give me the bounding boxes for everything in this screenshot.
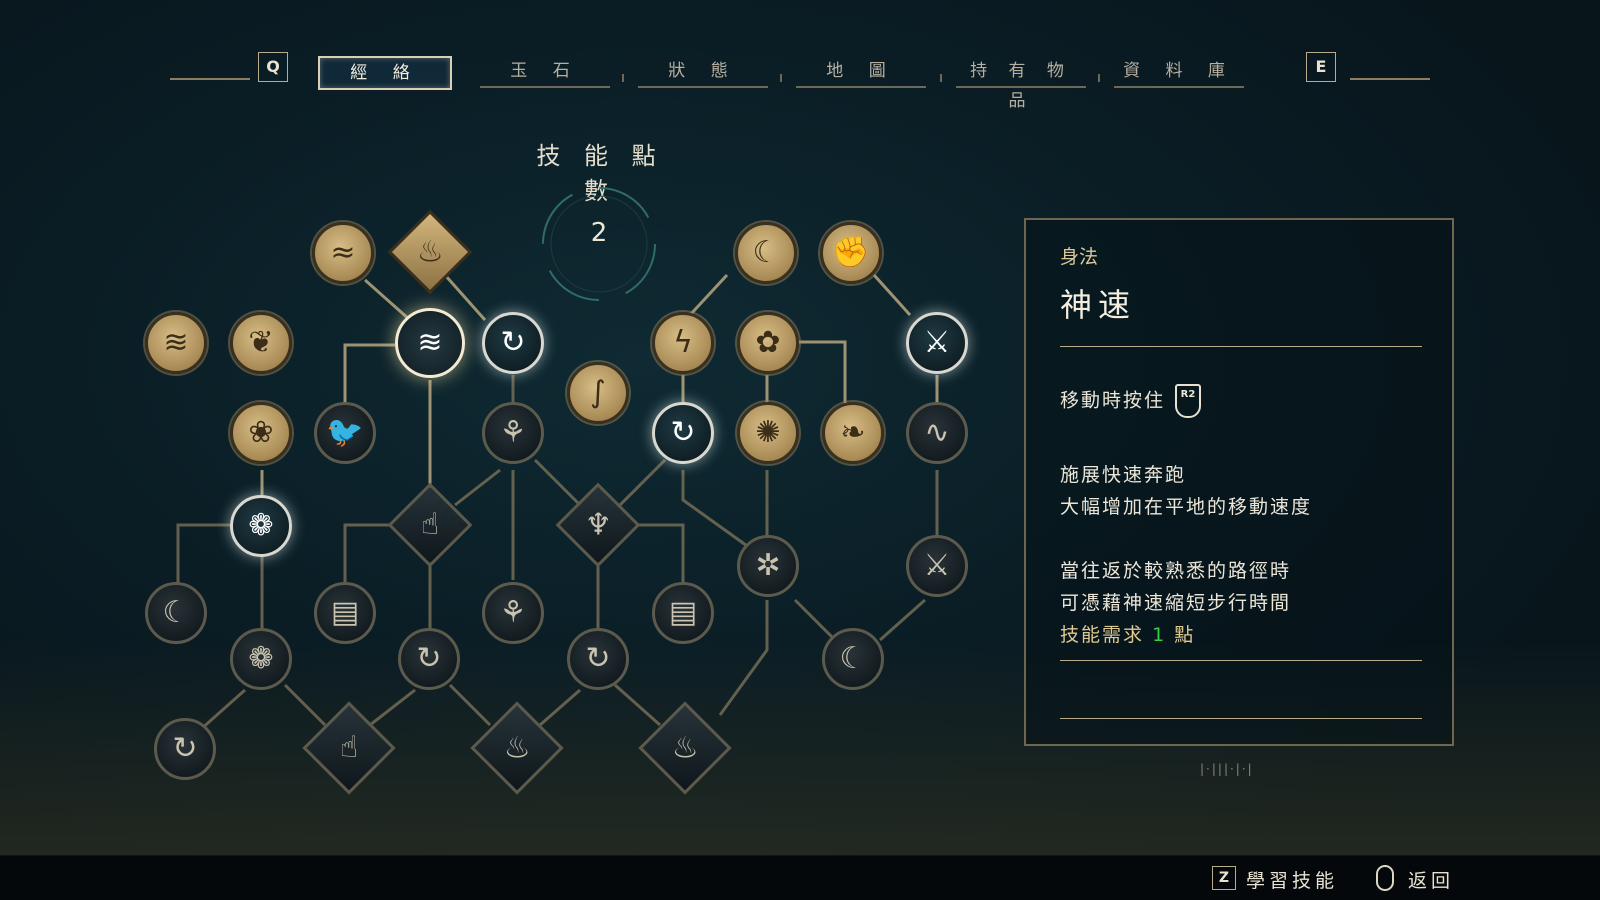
skill-node-lightning-fox[interactable]: ϟ <box>652 312 714 374</box>
crescent-upgrade-icon: ☾ <box>162 595 190 630</box>
skill-node-rotate-upgrade-4[interactable]: ↻ <box>567 628 629 690</box>
skill-node-rotate-upgrade[interactable]: ↻ <box>482 312 544 374</box>
wave-fist-icon: ∿ <box>924 415 950 450</box>
r2-button-icon: R2 <box>1175 384 1202 418</box>
flower-burst-icon: ✿ <box>755 325 781 360</box>
crow-icon: 🐦 <box>326 415 364 450</box>
skill-node-rotate-upgrade-5[interactable]: ↻ <box>154 718 216 780</box>
spear-strike-icon: ⚔ <box>923 548 951 583</box>
next-tab-key-e[interactable]: E <box>1306 52 1336 82</box>
blossom-spirit-icon: ❁ <box>248 641 274 676</box>
skill-node-flower-burst[interactable]: ✿ <box>737 312 799 374</box>
panel-page-indicator: |·|||·|·| <box>1200 762 1254 776</box>
spiral-staff-icon: ∫ <box>590 375 606 410</box>
detail-divider <box>1060 718 1422 719</box>
skill-desc-line-4: 可憑藉神速縮短步行時間 <box>1060 592 1292 614</box>
skill-node-fox-leap[interactable]: ❦ <box>230 312 292 374</box>
tab-bar-right-ornament <box>1350 78 1430 80</box>
skill-node-rotate-upgrade-2[interactable]: ↻ <box>652 402 714 464</box>
lotus-icon: ⚘ <box>499 415 527 450</box>
mouse-right-click-icon <box>1376 865 1394 891</box>
skill-tree: ≈ ♨ ☾ ✊ ≋ ❦ ≋ ↻ ∫ ϟ ✿ ⚔ ❀ 🐦 ⚘ ↻ ✺ ❧ ∿ ❁ … <box>0 0 1000 820</box>
dash-sprint-icon: ≋ <box>417 325 443 360</box>
petal-dance-icon: ❀ <box>248 415 274 450</box>
detail-divider <box>1060 660 1422 661</box>
skill-node-blossom-spirit-2[interactable]: ❁ <box>230 628 292 690</box>
spirit-fox-icon: ❧ <box>840 415 866 450</box>
skill-desc-line-3: 當往返於較熟悉的路徑時 <box>1060 560 1292 582</box>
skill-node-swift-wind[interactable]: ≈ <box>312 222 374 284</box>
beast-claw-icon: ✊ <box>832 235 870 270</box>
hand-seal-icon: ☝ <box>420 507 440 542</box>
mushroom-hand-icon: ☝ <box>339 730 359 765</box>
skill-node-beast-claw[interactable]: ✊ <box>820 222 882 284</box>
skill-node-spiral-staff[interactable]: ∫ <box>567 362 629 424</box>
requirement-suffix: 點 <box>1174 624 1196 646</box>
learn-skill-prompt[interactable]: 學習技能 <box>1246 866 1338 893</box>
lightning-fox-icon: ϟ <box>673 325 693 360</box>
rotate-upgrade-icon: ↻ <box>670 415 696 450</box>
skill-node-wave-fist[interactable]: ∿ <box>906 402 968 464</box>
skill-node-lotus-2[interactable]: ⚘ <box>482 582 544 644</box>
skill-requirement: 技能需求 1 點 <box>1060 620 1195 647</box>
talisman-icon: ▤ <box>668 595 698 630</box>
tab-database[interactable]: 資 料 庫 <box>1114 56 1244 88</box>
skill-node-talisman-2[interactable]: ▤ <box>652 582 714 644</box>
vortex-flower-icon: ✲ <box>755 548 781 583</box>
fox-leap-icon: ❦ <box>248 325 274 360</box>
skill-node-crescent-upgrade[interactable]: ☾ <box>145 582 207 644</box>
flame-shard-icon: ♨ <box>416 234 444 269</box>
requirement-value: 1 <box>1152 624 1167 646</box>
sunburst-icon: ✺ <box>755 415 781 450</box>
skill-node-blossom-spirit[interactable]: ❁ <box>230 495 292 557</box>
skill-node-spear-strike[interactable]: ⚔ <box>906 312 968 374</box>
rotate-upgrade-icon: ↻ <box>585 641 611 676</box>
skill-node-petal-dance[interactable]: ❀ <box>230 402 292 464</box>
skill-node-crescent-moon[interactable]: ☾ <box>735 222 797 284</box>
skill-node-divine-speed-selected[interactable]: ≋ <box>395 308 465 378</box>
skill-detail-panel: 身法 神速 移動時按住 R2 施展快速奔跑 大幅增加在平地的移動速度 當往返於較熟… <box>1024 218 1454 746</box>
rotate-upgrade-icon: ↻ <box>172 731 198 766</box>
skill-node-crow[interactable]: 🐦 <box>314 402 376 464</box>
requirement-prefix: 技能需求 <box>1060 624 1145 646</box>
back-prompt[interactable]: 返回 <box>1408 866 1454 893</box>
blossom-spirit-icon: ❁ <box>248 508 274 543</box>
skill-control-line: 移動時按住 R2 <box>1060 384 1202 418</box>
skill-node-vortex-flower[interactable]: ✲ <box>737 535 799 597</box>
tab-divider <box>1098 74 1100 82</box>
skill-node-spirit-fox[interactable]: ❧ <box>822 402 884 464</box>
skill-control-text: 移動時按住 <box>1060 389 1166 412</box>
learn-skill-key-z[interactable]: Z <box>1212 866 1236 890</box>
crescent-upgrade-icon: ☾ <box>839 641 867 676</box>
skill-category: 身法 <box>1060 246 1099 268</box>
skill-node-lotus[interactable]: ⚘ <box>482 402 544 464</box>
flame-palm-icon: ♨ <box>503 730 531 765</box>
spear-strike-icon: ⚔ <box>923 325 951 360</box>
skill-node-spear-strike-2[interactable]: ⚔ <box>906 535 968 597</box>
demon-mask-icon: ♆ <box>584 507 612 542</box>
talisman-icon: ▤ <box>330 595 360 630</box>
skill-node-sunburst[interactable]: ✺ <box>737 402 799 464</box>
crescent-moon-icon: ☾ <box>752 235 780 270</box>
rotate-upgrade-icon: ↻ <box>416 641 442 676</box>
skill-node-rotate-upgrade-3[interactable]: ↻ <box>398 628 460 690</box>
skill-node-crescent-upgrade-2[interactable]: ☾ <box>822 628 884 690</box>
bottom-prompt-bar <box>0 856 1600 900</box>
swift-wind-icon: ≋ <box>163 325 189 360</box>
skill-node-wind-dash[interactable]: ≋ <box>145 312 207 374</box>
rotate-upgrade-icon: ↻ <box>500 325 526 360</box>
blaze-icon: ♨ <box>671 730 699 765</box>
lotus-icon: ⚘ <box>499 595 527 630</box>
detail-divider <box>1060 346 1422 347</box>
swift-wind-icon: ≈ <box>330 235 356 270</box>
skill-node-talisman[interactable]: ▤ <box>314 582 376 644</box>
skill-name: 神速 <box>1060 286 1137 324</box>
skill-desc-line-2: 大幅增加在平地的移動速度 <box>1060 496 1313 518</box>
skill-desc-line-1: 施展快速奔跑 <box>1060 464 1187 486</box>
